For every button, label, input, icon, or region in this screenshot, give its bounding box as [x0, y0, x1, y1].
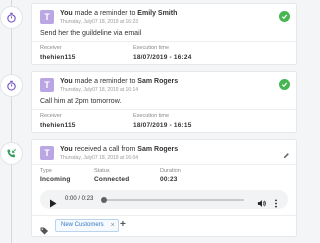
execution-time-label: Execution time — [133, 45, 170, 51]
avatar: T — [40, 10, 54, 24]
actor: You — [60, 10, 73, 17]
actor: You — [60, 78, 73, 85]
reminder-timeline-node — [0, 6, 23, 29]
incoming-call-icon — [7, 149, 16, 158]
execution-time-value: 18/07/2019 - 16:24 — [133, 54, 192, 61]
call-status-label: Status — [94, 168, 110, 174]
reminder-card: T You made a reminder to Sam Rogers Thur… — [31, 71, 297, 133]
play-icon[interactable] — [49, 195, 57, 213]
receiver-value: thehien115 — [40, 122, 76, 129]
reminder-timeline-node — [0, 74, 23, 97]
call-card: T You received a call from Sam Rogers Th… — [31, 139, 297, 237]
tag-row: New Customers × + — [32, 216, 296, 236]
tag-icon — [40, 222, 49, 240]
reminder-note: Send her the guildeline via email — [40, 30, 142, 37]
call-timeline-node — [0, 142, 23, 165]
activity-timestamp: Thursday, July07 18, 2019 at 16:14 — [60, 87, 139, 93]
activity-timestamp: Thursday, July07 18, 2019 at 16:23 — [60, 19, 139, 25]
target-contact-link[interactable]: Sam Rogers — [137, 78, 178, 85]
action-text: made a reminder to — [72, 10, 138, 17]
activity-headline: You made a reminder to Emily Smith — [60, 10, 177, 17]
timeline-line — [11, 0, 12, 243]
call-duration-label: Duration — [160, 168, 181, 174]
actor: You — [60, 146, 73, 153]
target-contact-link[interactable]: Emily Smith — [137, 10, 177, 17]
stopwatch-icon — [7, 12, 16, 23]
reminder-card: T You made a reminder to Emily Smith Thu… — [31, 3, 297, 65]
tag-chip: New Customers × — [55, 219, 119, 232]
execution-time-value: 18/07/2019 - 16:15 — [133, 122, 192, 129]
execution-time-label: Execution time — [133, 113, 170, 119]
avatar: T — [40, 146, 54, 160]
target-contact-link[interactable]: Sam Rogers — [137, 146, 178, 153]
receiver-label: Receiver — [40, 45, 62, 51]
activity-timestamp: Thursday, July07 18, 2019 at 16:04 — [60, 155, 139, 161]
pencil-icon[interactable] — [283, 146, 290, 164]
more-options-icon[interactable] — [274, 195, 278, 213]
playback-progress-knob[interactable] — [101, 197, 107, 203]
call-type-label: Type — [40, 168, 52, 174]
remove-tag-button[interactable]: × — [111, 220, 115, 231]
action-text: made a reminder to — [72, 78, 138, 85]
volume-icon[interactable] — [257, 195, 266, 213]
stopwatch-icon — [7, 80, 16, 91]
call-status-value: Connected — [94, 176, 130, 183]
playback-progress-bar[interactable] — [101, 197, 244, 203]
activity-headline: You received a call from Sam Rogers — [60, 146, 178, 153]
divider — [32, 164, 296, 165]
check-circle-icon — [279, 79, 290, 90]
receiver-label: Receiver — [40, 113, 62, 119]
divider — [32, 41, 296, 42]
audio-player: 0:00 / 0:23 — [40, 190, 288, 209]
playback-time: 0:00 / 0:23 — [65, 196, 94, 202]
tag-label: New Customers — [61, 222, 104, 228]
action-text: received a call from — [72, 146, 138, 153]
call-type-value: Incoming — [40, 176, 71, 183]
activity-headline: You made a reminder to Sam Rogers — [60, 78, 178, 85]
avatar: T — [40, 78, 54, 92]
check-circle-icon — [279, 11, 290, 22]
receiver-value: thehien115 — [40, 54, 76, 61]
divider — [32, 109, 296, 110]
reminder-note: Call him at 2pm tomorrow. — [40, 98, 122, 105]
call-duration-value: 00:23 — [160, 176, 178, 183]
add-tag-button[interactable]: + — [120, 219, 126, 231]
